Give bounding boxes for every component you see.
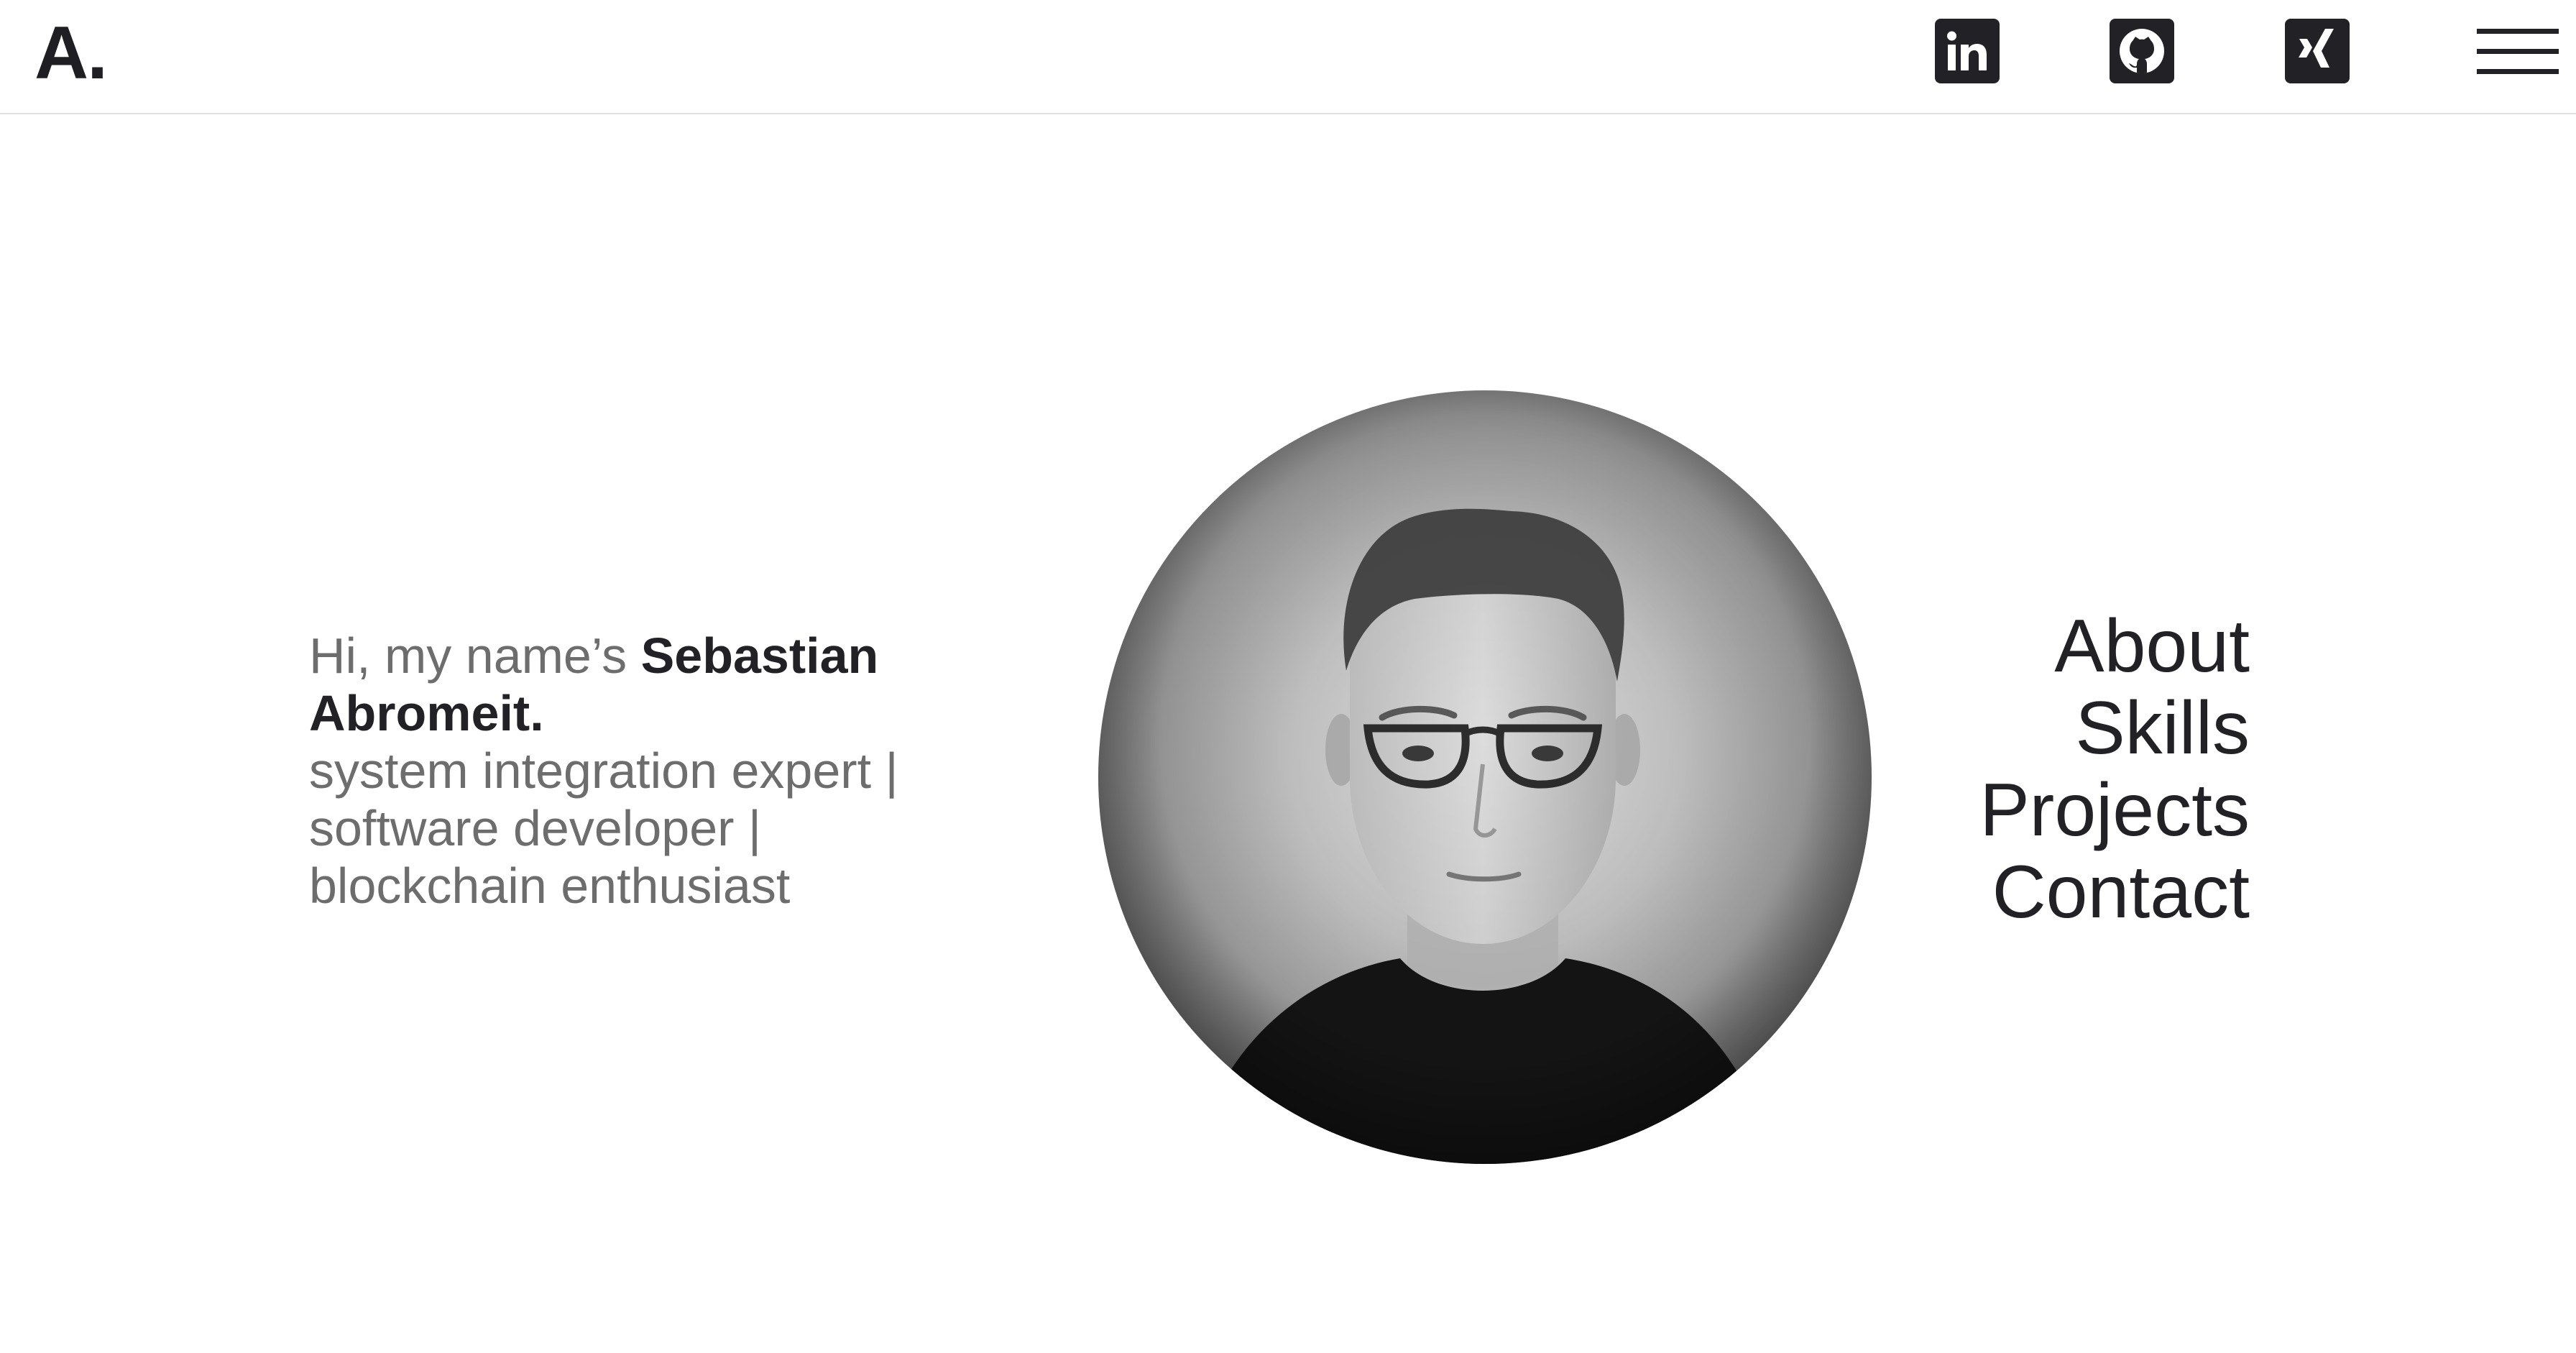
intro-heading: Hi, my name’s Sebastian Abromeit. (309, 627, 956, 742)
xing-link[interactable] (2285, 19, 2350, 83)
role-line: blockchain enthusiast (309, 858, 791, 914)
nav-contact[interactable]: Contact (1979, 851, 2250, 933)
nav-projects[interactable]: Projects (1979, 769, 2250, 851)
menu-line (2477, 69, 2559, 74)
menu-line (2477, 29, 2559, 34)
linkedin-link[interactable] (1935, 19, 2000, 83)
linkedin-icon (1947, 31, 1987, 70)
nav-skills[interactable]: Skills (1979, 687, 2250, 769)
github-icon (2120, 29, 2164, 73)
github-link[interactable] (2110, 19, 2174, 83)
intro-text: Hi, my name’s Sebastian Abromeit. system… (309, 627, 956, 914)
role-line: software developer | (309, 800, 762, 856)
site-logo[interactable]: A. (34, 10, 108, 96)
main-nav: About Skills Projects Contact (1979, 605, 2250, 933)
role-line: system integration expert | (309, 743, 898, 799)
greeting-text: Hi, my name’s (309, 628, 641, 684)
portrait-photo (1098, 390, 1872, 1164)
xing-icon (2299, 29, 2334, 68)
hamburger-menu-icon[interactable] (2477, 29, 2559, 75)
menu-line (2477, 49, 2559, 54)
top-bar: A. (0, 0, 2576, 114)
nav-about[interactable]: About (1979, 605, 2250, 687)
portrait-illustration (1098, 390, 1872, 1164)
